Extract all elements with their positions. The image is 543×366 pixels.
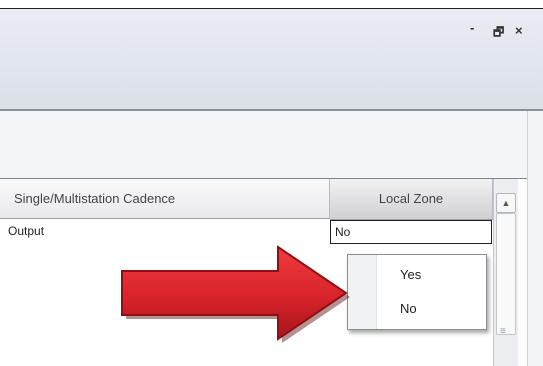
screen: - 🗗 × Single/Multistation Cadence Local … bbox=[0, 0, 543, 366]
column-header-cadence[interactable]: Single/Multistation Cadence bbox=[0, 179, 330, 219]
grid-vertical-scrollbar[interactable]: ▲ ≡ bbox=[493, 179, 518, 366]
column-header-local-zone[interactable]: Local Zone bbox=[330, 179, 493, 220]
restore-button[interactable]: 🗗 bbox=[493, 23, 504, 44]
minimize-button[interactable]: - bbox=[470, 20, 474, 35]
dropdown-option-yes[interactable]: Yes bbox=[400, 267, 421, 282]
title-bar: - 🗗 × bbox=[0, 9, 543, 111]
local-zone-dropdown-list: Yes No bbox=[347, 254, 487, 330]
dropdown-option-no[interactable]: No bbox=[400, 301, 417, 316]
window-vertical-scrollbar[interactable] bbox=[527, 111, 543, 366]
scroll-grip-icon: ≡ bbox=[500, 326, 506, 337]
scroll-thumb[interactable] bbox=[496, 213, 516, 335]
red-arrow-icon bbox=[121, 245, 350, 343]
local-zone-select[interactable]: No bbox=[330, 220, 492, 244]
scroll-up-icon[interactable]: ▲ bbox=[496, 193, 516, 213]
cell-cadence-value[interactable]: Output bbox=[0, 220, 330, 244]
close-button[interactable]: × bbox=[515, 23, 523, 38]
